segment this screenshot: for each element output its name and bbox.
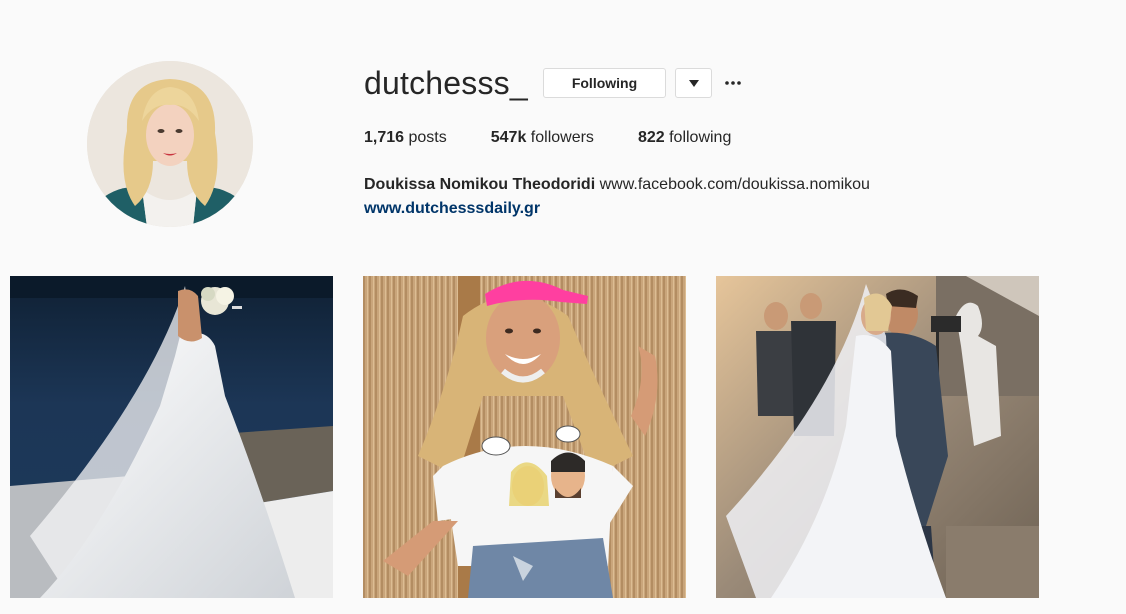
following-count-value: 822 bbox=[637, 129, 665, 146]
suggestions-dropdown-button[interactable] bbox=[675, 68, 712, 98]
posts-count-label: posts bbox=[408, 129, 447, 146]
followers-count-value: 547k bbox=[490, 129, 527, 146]
posts-count: 1,716 posts bbox=[364, 128, 447, 148]
more-options-button[interactable] bbox=[722, 72, 744, 94]
followers-count-label: followers bbox=[530, 129, 594, 146]
post-thumbnail-2[interactable] bbox=[363, 276, 686, 598]
following-button[interactable]: Following bbox=[543, 68, 666, 98]
following-count[interactable]: 822 following bbox=[638, 128, 731, 148]
profile-website-link[interactable]: www.dutchesssdaily.gr bbox=[364, 197, 870, 221]
wedding-dress-photo bbox=[10, 276, 333, 598]
followers-count[interactable]: 547k followers bbox=[491, 128, 594, 148]
profile-full-name: Doukissa Nomikou Theodoridi bbox=[364, 176, 596, 193]
pink-cap-tshirt-photo bbox=[363, 276, 686, 598]
ellipsis-icon bbox=[725, 81, 741, 85]
profile-stats: 1,716 posts 547k followers 822 following bbox=[364, 128, 775, 148]
profile-bio: Doukissa Nomikou Theodoridi www.facebook… bbox=[364, 173, 870, 221]
bio-facebook-link: www.facebook.com/doukissa.nomikou bbox=[599, 176, 870, 193]
profile-avatar[interactable] bbox=[87, 61, 253, 227]
following-count-label: following bbox=[669, 129, 732, 146]
wedding-kiss-photo bbox=[716, 276, 1039, 598]
post-thumbnail-1[interactable] bbox=[10, 276, 333, 598]
post-thumbnail-3[interactable] bbox=[716, 276, 1039, 598]
profile-username: dutchesss_ bbox=[364, 65, 528, 101]
profile-page: dutchesss_ Following 1,716 posts 547k fo… bbox=[0, 0, 1126, 614]
posts-count-value: 1,716 bbox=[364, 129, 405, 146]
caret-down-icon bbox=[688, 79, 699, 87]
